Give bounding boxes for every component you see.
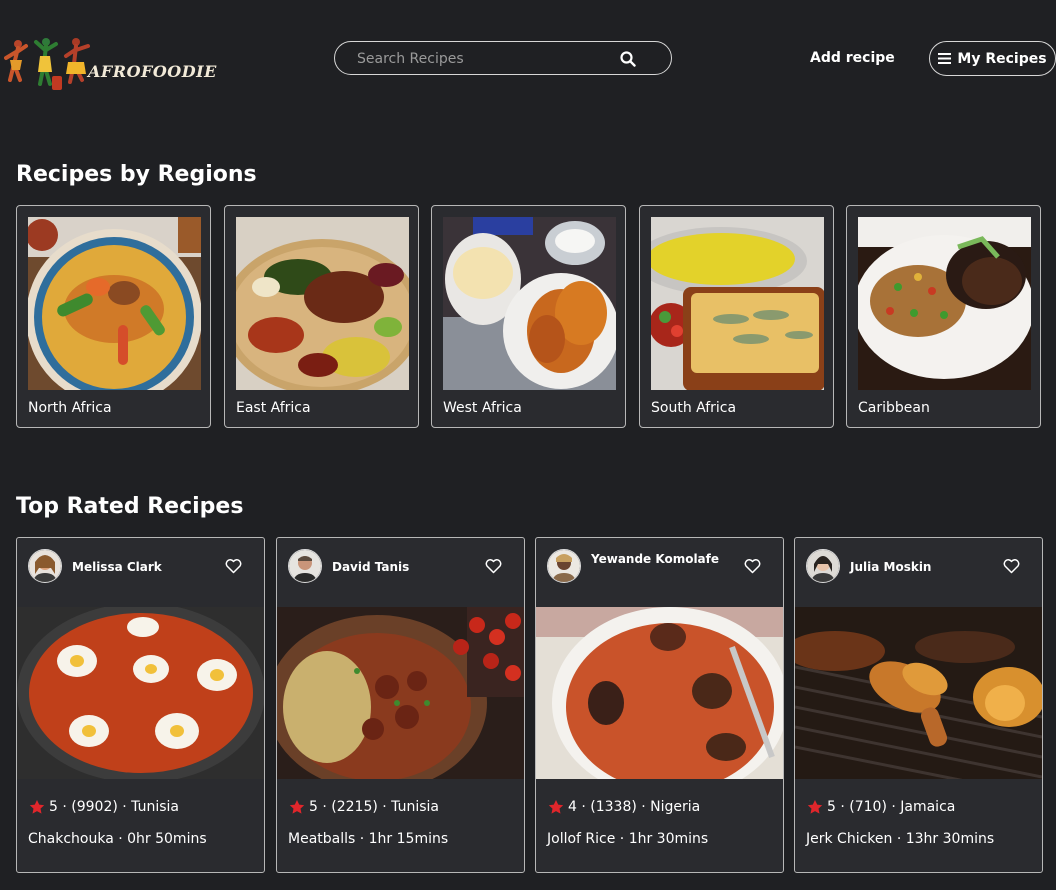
star-icon xyxy=(807,800,823,814)
search-icon[interactable] xyxy=(619,50,637,68)
dancers-logo-icon xyxy=(4,38,90,90)
rating-text: 5 · (2215) · Tunisia xyxy=(309,799,439,815)
afrofoodie-logo[interactable]: AFROFOODIE xyxy=(4,34,216,94)
top-navbar: AFROFOODIE Add recipe My Recipes xyxy=(0,0,1056,120)
region-label: Caribbean xyxy=(858,400,930,416)
avatar xyxy=(806,549,840,583)
recipe-title[interactable]: Meatballs · 1hr 15mins xyxy=(288,831,448,847)
search-input[interactable] xyxy=(355,48,619,70)
author-name: David Tanis xyxy=(332,560,410,574)
star-icon xyxy=(29,800,45,814)
brand-name: AFROFOODIE xyxy=(88,62,217,81)
region-card-north-africa[interactable]: North Africa xyxy=(16,205,211,428)
recipe-photo xyxy=(795,607,1042,779)
heart-icon[interactable] xyxy=(225,559,242,574)
region-card-caribbean[interactable]: Caribbean xyxy=(846,205,1041,428)
rating-text: 5 · (710) · Jamaica xyxy=(827,799,956,815)
regions-grid: North Africa East Africa West Africa Sou… xyxy=(16,205,1044,430)
recipe-title[interactable]: Jerk Chicken · 13hr 30mins xyxy=(806,831,994,847)
region-image-west-africa xyxy=(443,217,616,390)
heart-icon[interactable] xyxy=(485,559,502,574)
rating-text: 5 · (9902) · Tunisia xyxy=(49,799,179,815)
star-icon xyxy=(548,800,564,814)
recipe-card-jerk-chicken[interactable]: Julia Moskin 5 · (710) · Jamaica Jerk Ch… xyxy=(794,537,1043,873)
region-image-north-africa xyxy=(28,217,201,390)
heart-icon[interactable] xyxy=(1003,559,1020,574)
avatar xyxy=(288,549,322,583)
add-recipe-link[interactable]: Add recipe xyxy=(810,50,895,66)
rating-row: 5 · (2215) · Tunisia xyxy=(289,799,439,815)
recipe-photo xyxy=(17,607,264,779)
recipe-card-meatballs[interactable]: David Tanis 5 · (2215) · Tunisia Meatbal… xyxy=(276,537,525,873)
avatar xyxy=(28,549,62,583)
rating-row: 5 · (9902) · Tunisia xyxy=(29,799,179,815)
rating-text: 4 · (1338) · Nigeria xyxy=(568,799,701,815)
my-recipes-label: My Recipes xyxy=(957,50,1047,67)
region-card-west-africa[interactable]: West Africa xyxy=(431,205,626,428)
search-bar xyxy=(334,41,672,75)
recipe-title[interactable]: Jollof Rice · 1hr 30mins xyxy=(547,831,708,847)
region-card-east-africa[interactable]: East Africa xyxy=(224,205,419,428)
author-name: Melissa Clark xyxy=(72,560,162,574)
region-image-south-africa xyxy=(651,217,824,390)
region-card-south-africa[interactable]: South Africa xyxy=(639,205,834,428)
heart-icon[interactable] xyxy=(744,559,761,574)
top-rated-grid: Melissa Clark 5 · (9902) · Tunisia Chakc… xyxy=(16,537,1044,873)
recipe-photo xyxy=(536,607,783,779)
rating-row: 5 · (710) · Jamaica xyxy=(807,799,955,815)
region-label: South Africa xyxy=(651,400,737,416)
region-label: West Africa xyxy=(443,400,522,416)
author-name: Yewande Komolafe xyxy=(591,552,720,566)
star-icon xyxy=(289,800,305,814)
recipe-title[interactable]: Chakchouka · 0hr 50mins xyxy=(28,831,207,847)
author-name: Julia Moskin xyxy=(850,560,932,574)
top-rated-heading: Top Rated Recipes xyxy=(16,494,244,519)
recipe-card-chakchouka[interactable]: Melissa Clark 5 · (9902) · Tunisia Chakc… xyxy=(16,537,265,873)
recipe-photo xyxy=(277,607,524,779)
my-recipes-button[interactable]: My Recipes xyxy=(929,41,1056,76)
region-image-caribbean xyxy=(858,217,1031,390)
region-label: East Africa xyxy=(236,400,311,416)
region-image-east-africa xyxy=(236,217,409,390)
regions-heading: Recipes by Regions xyxy=(16,162,257,187)
avatar xyxy=(547,549,581,583)
recipe-card-jollof-rice[interactable]: Yewande Komolafe 4 · (1338) · Nigeria Jo… xyxy=(535,537,784,873)
rating-row: 4 · (1338) · Nigeria xyxy=(548,799,700,815)
region-label: North Africa xyxy=(28,400,112,416)
menu-icon xyxy=(938,53,952,64)
